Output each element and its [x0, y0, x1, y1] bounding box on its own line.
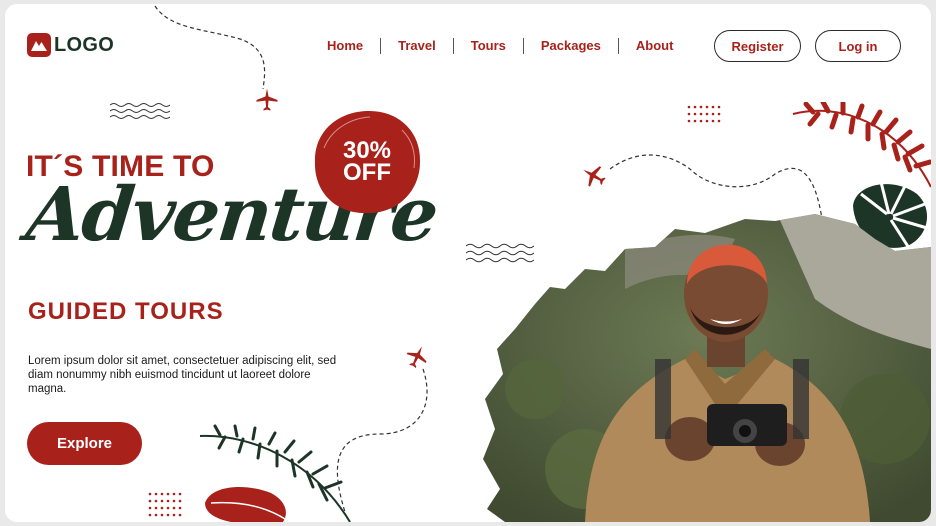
nav-about[interactable]: About — [619, 38, 691, 54]
nav-packages[interactable]: Packages — [524, 38, 618, 54]
promo-badge: 30% OFF — [312, 139, 422, 186]
dot-grid-icon — [687, 105, 721, 123]
red-leaf-icon — [205, 487, 286, 522]
logo-mountain-icon — [27, 33, 51, 57]
main-nav: Home Travel Tours Packages About — [310, 38, 690, 54]
hero-photo — [483, 214, 931, 522]
nav-home[interactable]: Home — [310, 38, 380, 54]
hero-subhead: GUIDED TOURS — [28, 298, 224, 325]
nav-tours[interactable]: Tours — [454, 38, 523, 54]
wave-lines-icon — [110, 103, 170, 119]
airplane-icon — [406, 346, 427, 368]
explore-button[interactable]: Explore — [27, 422, 142, 465]
dot-grid-icon — [148, 492, 182, 517]
airplane-icon — [583, 166, 606, 187]
nav-travel[interactable]: Travel — [381, 38, 453, 54]
login-button[interactable]: Log in — [815, 30, 901, 62]
landing-page: LOGO Home Travel Tours Packages About Re… — [5, 4, 931, 522]
register-button[interactable]: Register — [714, 30, 801, 62]
airplane-icon — [256, 88, 278, 111]
hero-body-text: Lorem ipsum dolor sit amet, consectetuer… — [28, 355, 337, 395]
brand-logo[interactable]: LOGO — [27, 33, 114, 57]
promo-off: OFF — [343, 159, 391, 186]
logo-text: LOGO — [54, 33, 115, 56]
